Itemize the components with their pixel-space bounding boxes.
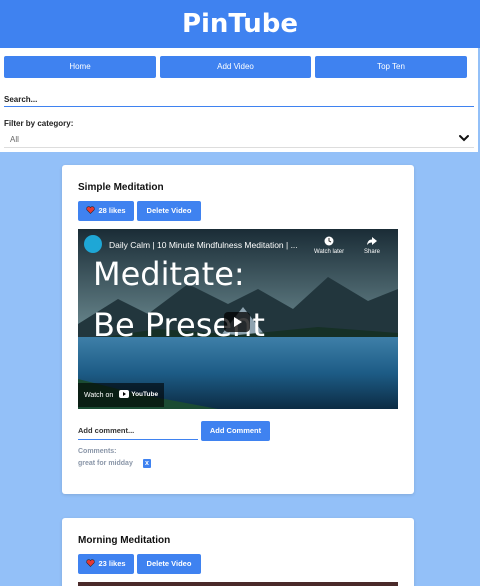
- like-button[interactable]: 28 likes: [78, 201, 134, 221]
- video-title: Morning Meditation: [78, 535, 171, 546]
- like-button[interactable]: 23 likes: [78, 554, 134, 574]
- chevron-down-icon: [459, 135, 469, 142]
- comment-item: great for midday: [78, 460, 133, 467]
- delete-comment-button[interactable]: x: [143, 459, 151, 468]
- comment-input[interactable]: [78, 422, 198, 440]
- share-icon: [367, 237, 377, 245]
- like-count: 23 likes: [98, 559, 126, 568]
- youtube-logo-icon: YouTube: [119, 383, 158, 407]
- category-select-value: All: [10, 135, 19, 144]
- heart-icon: [86, 206, 96, 214]
- like-count: 28 likes: [98, 206, 126, 215]
- app-title: PinTube: [181, 9, 299, 39]
- video-card: Morning Meditation 23 likes Delete Video: [62, 518, 414, 586]
- video-embed[interactable]: [78, 582, 398, 586]
- share-label: Share: [364, 249, 381, 255]
- nav-top-ten-button[interactable]: Top Ten: [315, 56, 467, 78]
- channel-logo[interactable]: [84, 235, 102, 253]
- video-embed[interactable]: Daily Calm | 10 Minute Mindfulness Medit…: [78, 229, 398, 409]
- category-select[interactable]: All: [4, 131, 474, 148]
- play-icon[interactable]: [224, 309, 250, 335]
- watch-on-label: Watch on: [84, 391, 114, 399]
- share-button[interactable]: Share: [364, 235, 380, 255]
- delete-video-button[interactable]: Delete Video: [137, 201, 201, 221]
- heart-icon: [86, 559, 96, 567]
- search-input[interactable]: [4, 92, 474, 107]
- overlay-text-line1: Meditate:: [93, 255, 245, 293]
- watch-later-label: Watch later: [314, 249, 345, 255]
- video-embed-title[interactable]: Daily Calm | 10 Minute Mindfulness Medit…: [109, 240, 298, 250]
- app-header: PinTube: [0, 0, 480, 48]
- delete-video-button[interactable]: Delete Video: [137, 554, 201, 574]
- watch-on-youtube-button[interactable]: Watch on YouTube: [78, 383, 165, 407]
- video-title: Simple Meditation: [78, 182, 164, 193]
- nav-home-button[interactable]: Home: [4, 56, 156, 78]
- video-card: Simple Meditation 28 likes Delete Video: [62, 165, 414, 494]
- clock-icon: [324, 236, 334, 246]
- youtube-wordmark: YouTube: [131, 391, 159, 398]
- comments-label: Comments:: [78, 448, 117, 455]
- nav-add-video-button[interactable]: Add Video: [160, 56, 311, 78]
- watch-later-button[interactable]: Watch later: [314, 235, 344, 255]
- add-comment-button[interactable]: Add Comment: [201, 421, 270, 441]
- filter-label: Filter by category:: [4, 119, 74, 128]
